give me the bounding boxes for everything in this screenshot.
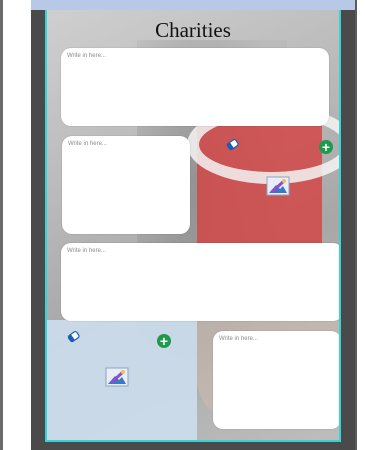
- window-right-strip: [355, 0, 365, 450]
- text-box-placeholder: Write in here...: [68, 141, 107, 147]
- plus-icon[interactable]: +: [157, 334, 171, 348]
- text-box-2[interactable]: Write in here...: [62, 136, 190, 234]
- canvas-top-bar: [31, 0, 355, 10]
- eraser-icon[interactable]: [67, 330, 81, 344]
- text-box-1[interactable]: Write in here...: [61, 48, 329, 126]
- text-box-placeholder: Write in here...: [67, 53, 106, 59]
- editor-canvas: Charities Write in here... Write in here…: [31, 0, 355, 450]
- poster-page: Charities Write in here... Write in here…: [45, 10, 341, 442]
- text-box-placeholder: Write in here...: [67, 248, 106, 254]
- text-box-3[interactable]: Write in here...: [61, 243, 339, 321]
- image-icon[interactable]: [266, 176, 290, 196]
- text-box-placeholder: Write in here...: [219, 336, 258, 342]
- page-title[interactable]: Charities: [47, 18, 339, 43]
- plus-icon[interactable]: +: [319, 140, 333, 154]
- window-left-border: [0, 0, 3, 450]
- eraser-icon[interactable]: [226, 138, 240, 152]
- text-box-4[interactable]: Write in here...: [213, 331, 339, 429]
- image-icon[interactable]: [105, 367, 129, 387]
